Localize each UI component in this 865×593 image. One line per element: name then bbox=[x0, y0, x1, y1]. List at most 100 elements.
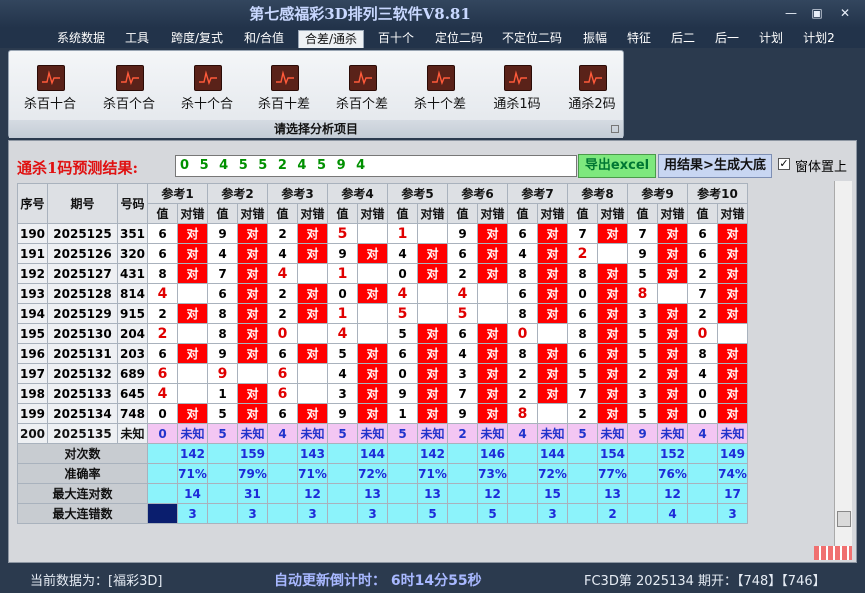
chart-icon bbox=[349, 65, 377, 91]
ribbon-button-2[interactable]: 杀百个合 bbox=[94, 65, 164, 117]
prediction-result-field[interactable]: 0 5 4 5 5 2 4 5 9 4 bbox=[175, 155, 577, 177]
ribbon-button-1[interactable]: 杀百十合 bbox=[15, 65, 85, 117]
table-row[interactable]: 192 2025127 431 8 对 7 对 4 1 0 对 2 对 8 对 8 对 5 对 2 对 bbox=[17, 263, 748, 284]
result-subheader: 对错 bbox=[237, 203, 268, 224]
ref-header-10[interactable]: 参考10 bbox=[687, 183, 748, 204]
ref-value: 8 bbox=[147, 263, 178, 284]
stats-value: 73% bbox=[477, 463, 508, 484]
row-period: 2025127 bbox=[47, 263, 118, 284]
menu-tools[interactable]: 工具 bbox=[118, 30, 156, 48]
ribbon-button-3[interactable]: 杀十个合 bbox=[172, 65, 242, 117]
ref-header-3[interactable]: 参考3 bbox=[267, 183, 328, 204]
result-correct: 对 bbox=[237, 383, 268, 404]
vertical-scrollbar[interactable] bbox=[834, 181, 852, 548]
table-row[interactable]: 197 2025132 689 6 9 6 4 对 0 对 3 对 2 对 5 对 2 对 4 对 bbox=[17, 363, 748, 384]
topmost-checkbox[interactable]: ✓ bbox=[778, 158, 790, 170]
ref-value: 7 bbox=[447, 383, 478, 404]
maximize-icon[interactable]: ▣ bbox=[808, 6, 826, 20]
minimize-icon[interactable]: — bbox=[782, 6, 800, 20]
ref-value: 6 bbox=[687, 243, 718, 264]
close-icon[interactable]: ✕ bbox=[836, 6, 854, 20]
stats-spacer bbox=[447, 463, 478, 484]
ref-header-7[interactable]: 参考7 bbox=[507, 183, 568, 204]
ref-header-6[interactable]: 参考6 bbox=[447, 183, 508, 204]
result-subheader: 对错 bbox=[417, 203, 448, 224]
ref-header-5[interactable]: 参考5 bbox=[387, 183, 448, 204]
ref-value: 2 bbox=[507, 383, 538, 404]
menu-feature[interactable]: 特征 bbox=[620, 30, 658, 48]
ribbon-button-6[interactable]: 杀十个差 bbox=[405, 65, 475, 117]
result-correct: 对 bbox=[417, 363, 448, 384]
number-header[interactable]: 号码 bbox=[117, 183, 148, 224]
result-correct: 对 bbox=[597, 383, 628, 404]
table-row[interactable]: 190 2025125 351 6 对 9 对 2 对 5 1 9 对 6 对 7 对 7 对 6 对 bbox=[17, 223, 748, 244]
table-row[interactable]: 196 2025131 203 6 对 9 对 6 对 5 对 6 对 4 对 8 对 6 对 5 对 8 对 bbox=[17, 343, 748, 364]
ref-value: 3 bbox=[627, 383, 658, 404]
ref-value: 6 bbox=[507, 223, 538, 244]
ribbon-button-5[interactable]: 杀百个差 bbox=[327, 65, 397, 117]
table-row[interactable]: 198 2025133 645 4 1 对 6 3 对 9 对 7 对 2 对 7 对 3 对 0 对 bbox=[17, 383, 748, 404]
index-header[interactable]: 序号 bbox=[17, 183, 48, 224]
stats-value: 142 bbox=[417, 443, 448, 464]
ref-value: 0 bbox=[687, 403, 718, 424]
scrollbar-thumb[interactable] bbox=[837, 511, 851, 527]
generate-base-button[interactable]: 用结果>生成大底 bbox=[658, 154, 772, 178]
result-correct: 对 bbox=[417, 263, 448, 284]
ref-header-4[interactable]: 参考4 bbox=[327, 183, 388, 204]
menu-pos2[interactable]: 定位二码 bbox=[428, 30, 490, 48]
stats-value: 14 bbox=[177, 483, 208, 504]
ref-value: 4 bbox=[267, 243, 298, 264]
menu-last2[interactable]: 后二 bbox=[664, 30, 702, 48]
ribbon-button-8[interactable]: 通杀2码 bbox=[557, 65, 627, 117]
menu-amplitude[interactable]: 振幅 bbox=[576, 30, 614, 48]
menu-diff-kill[interactable]: 合差/通杀 bbox=[298, 30, 364, 48]
ribbon-button-7[interactable]: 通杀1码 bbox=[482, 65, 552, 117]
table-row[interactable]: 191 2025126 320 6 对 4 对 4 对 9 对 4 对 6 对 4 对 2 9 对 6 对 bbox=[17, 243, 748, 264]
menu-sum[interactable]: 和/合值 bbox=[236, 30, 292, 48]
menu-system-data[interactable]: 系统数据 bbox=[52, 30, 110, 48]
ribbon-button-4[interactable]: 杀百十差 bbox=[249, 65, 319, 117]
ref-header-1[interactable]: 参考1 bbox=[147, 183, 208, 204]
stats-value: 79% bbox=[237, 463, 268, 484]
ref-value: 2 bbox=[147, 323, 178, 344]
menu-span[interactable]: 跨度/复式 bbox=[164, 30, 230, 48]
stats-value: 3 bbox=[177, 503, 208, 524]
ribbon-expand-icon[interactable] bbox=[611, 125, 619, 133]
period-header[interactable]: 期号 bbox=[47, 183, 118, 224]
ribbon-panel: 杀百十合 杀百个合 杀十个合 杀百十差 杀百个差 杀十个差 通杀1码 通杀2码 请选择分析项目 bbox=[8, 50, 624, 138]
ref-header-9[interactable]: 参考9 bbox=[627, 183, 688, 204]
menu-last1[interactable]: 后一 bbox=[708, 30, 746, 48]
prediction-row[interactable]: 200 2025135 未知 0 未知 5 未知 4 未知 5 未知 5 未知 2 未知 4 未知 5 未知 9 未知 4… bbox=[17, 423, 748, 444]
menu-plan2[interactable]: 计划2 bbox=[796, 30, 842, 48]
result-wrong bbox=[357, 263, 388, 284]
menu-nonpos2[interactable]: 不定位二码 bbox=[496, 30, 568, 48]
result-correct: 对 bbox=[717, 363, 748, 384]
stats-label: 准确率 bbox=[17, 463, 148, 484]
predicted-value: 4 bbox=[687, 423, 718, 444]
ref-value: 2 bbox=[687, 303, 718, 324]
stats-spacer bbox=[207, 503, 238, 524]
row-number: 645 bbox=[117, 383, 148, 404]
stats-value: 146 bbox=[477, 443, 508, 464]
result-correct: 对 bbox=[717, 303, 748, 324]
ref-header-2[interactable]: 参考2 bbox=[207, 183, 268, 204]
stats-spacer bbox=[687, 503, 718, 524]
export-excel-button[interactable]: 导出excel bbox=[578, 154, 656, 178]
ref-value: 9 bbox=[327, 403, 358, 424]
table-row[interactable]: 195 2025130 204 2 8 对 0 4 5 对 6 对 0 8 对 5 对 0 bbox=[17, 323, 748, 344]
stats-value: 12 bbox=[477, 483, 508, 504]
row-index: 199 bbox=[17, 403, 48, 424]
menu-plan[interactable]: 计划 bbox=[752, 30, 790, 48]
table-row[interactable]: 199 2025134 748 0 对 5 对 6 对 9 对 1 对 9 对 8 2 对 5 对 0 对 bbox=[17, 403, 748, 424]
stats-spacer bbox=[507, 503, 538, 524]
predicted-value: 5 bbox=[567, 423, 598, 444]
analysis-table: 序号 期号 号码 参考1 参考2 参考3 参考4 参考5 参考6 参考7 参考8 参考9 参考10 值对错… bbox=[17, 183, 748, 524]
stats-spacer bbox=[327, 483, 358, 504]
ref-value: 8 bbox=[507, 263, 538, 284]
table-row[interactable]: 193 2025128 814 4 6 对 2 对 0 对 4 4 6 对 0 对 8 7 对 bbox=[17, 283, 748, 304]
ref-header-8[interactable]: 参考8 bbox=[567, 183, 628, 204]
table-row[interactable]: 194 2025129 915 2 对 8 对 2 对 1 5 5 8 对 6 对 3 对 2 对 bbox=[17, 303, 748, 324]
result-correct: 对 bbox=[717, 403, 748, 424]
menu-bsg[interactable]: 百十个 bbox=[372, 30, 420, 48]
ref-value: 5 bbox=[447, 303, 478, 324]
